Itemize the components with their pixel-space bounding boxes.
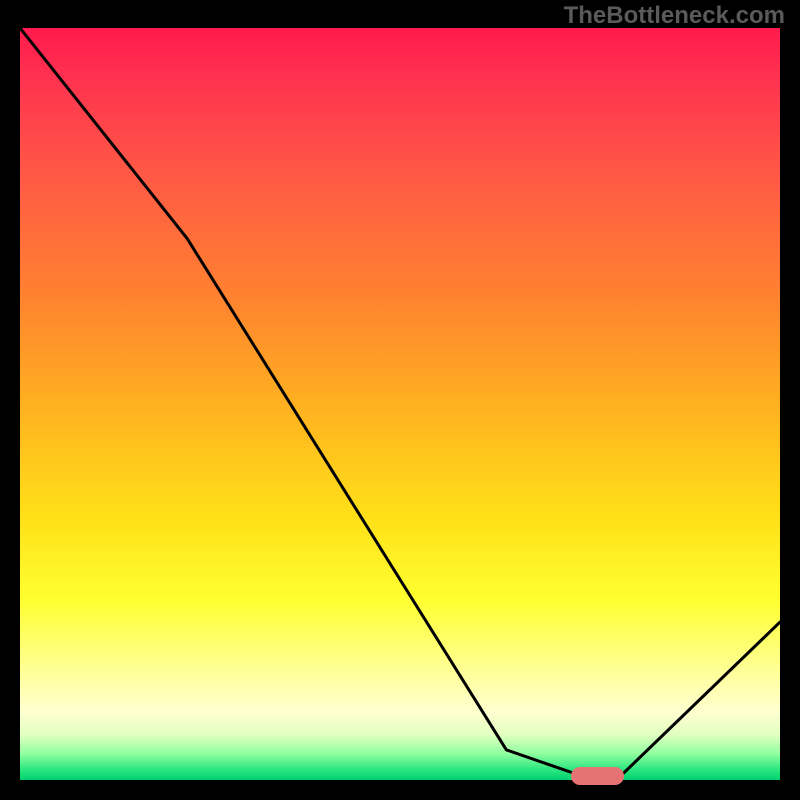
chart-curve [20,28,780,780]
optimal-marker [571,767,624,785]
watermark-text: TheBottleneck.com [564,2,785,30]
chart-plot-area [20,28,780,780]
